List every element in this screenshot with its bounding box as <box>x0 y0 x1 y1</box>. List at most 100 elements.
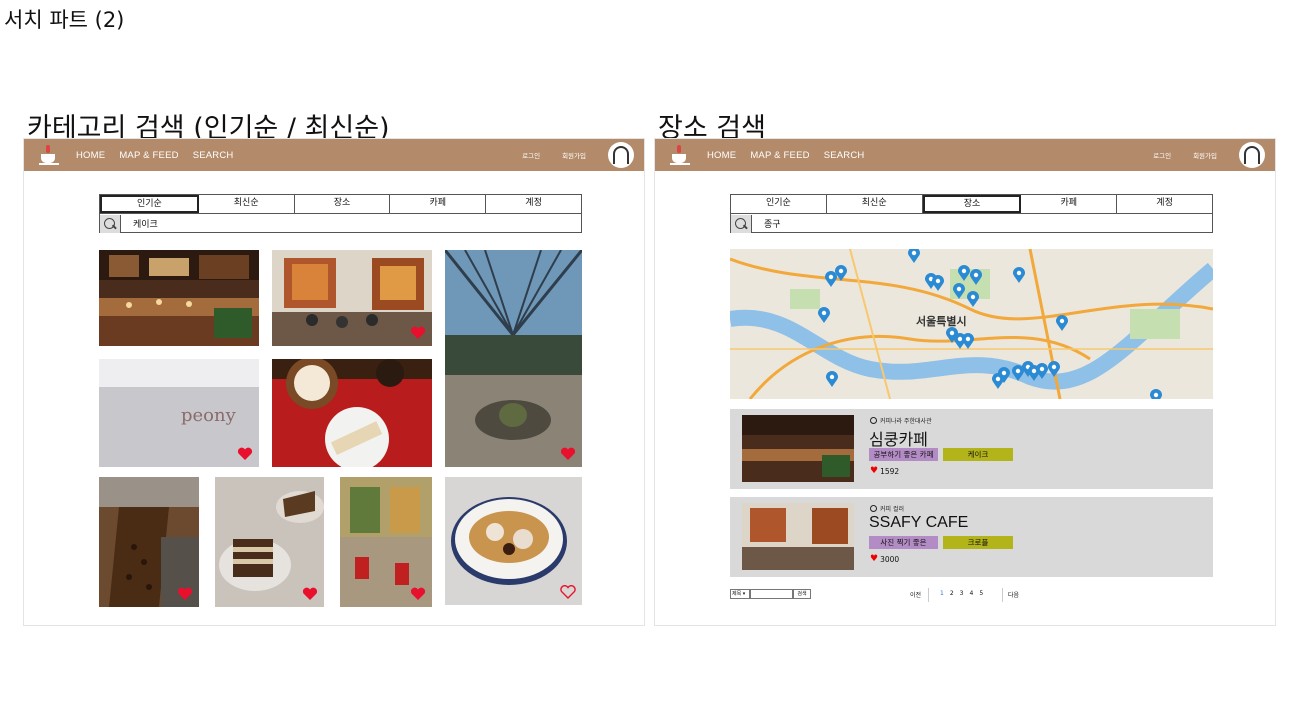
map-marker-icon[interactable] <box>1056 315 1068 331</box>
photo-coffee-roaster[interactable] <box>99 477 199 607</box>
like-heart-icon[interactable] <box>237 447 253 461</box>
nav-home[interactable]: HOME <box>76 150 105 161</box>
nav-login[interactable]: 로그인 <box>1153 150 1171 160</box>
tab-popular[interactable]: 인기순 <box>100 195 199 213</box>
drink-cake-image <box>272 359 432 467</box>
map-marker-icon[interactable] <box>818 307 830 323</box>
page-link[interactable]: 4 <box>969 590 973 597</box>
tab-cafe[interactable]: 카페 <box>1021 195 1118 213</box>
map-marker-icon[interactable] <box>967 291 979 307</box>
seoul-map[interactable]: 서울특별시 <box>730 249 1213 399</box>
tab-account[interactable]: 계정 <box>486 195 581 213</box>
navbar: HOME MAP & FEED SEARCH 로그인 회원가입 <box>24 139 644 171</box>
result-tag[interactable]: 사진 찍기 좋은 <box>869 536 938 549</box>
tab-cafe[interactable]: 카페 <box>390 195 487 213</box>
peony-box-image: peony <box>99 359 259 467</box>
like-heart-icon[interactable] <box>560 447 576 461</box>
tab-account[interactable]: 계정 <box>1117 195 1212 213</box>
result-card[interactable]: 커피나라 주한대사관 심쿵카페 공부하기 좋은 카페 케이크 ♥ 1592 <box>730 409 1213 489</box>
heart-icon[interactable]: ♥ <box>870 466 878 476</box>
nav-search[interactable]: SEARCH <box>193 150 234 161</box>
tab-popular[interactable]: 인기순 <box>731 195 827 213</box>
tab-place[interactable]: 장소 <box>295 195 391 213</box>
profile-avatar-icon[interactable] <box>608 142 634 168</box>
map-marker-icon[interactable] <box>1013 267 1025 283</box>
photo-waffle[interactable] <box>445 477 582 605</box>
category-search-mockup: HOME MAP & FEED SEARCH 로그인 회원가입 인기순 최신순 … <box>23 103 645 626</box>
like-count: 3000 <box>880 554 900 564</box>
sort-select[interactable]: 제목 ▾ <box>730 589 750 599</box>
search-input[interactable]: 종구 <box>764 217 781 230</box>
map-marker-icon[interactable] <box>932 275 944 291</box>
photo-peony-box[interactable]: peony <box>99 359 259 467</box>
page-link[interactable]: 2 <box>950 590 954 597</box>
tab-place[interactable]: 장소 <box>922 195 1022 213</box>
map-marker-icon[interactable] <box>1036 363 1048 379</box>
photo-chocolate-cake[interactable] <box>215 477 324 607</box>
tab-latest[interactable]: 최신순 <box>199 195 295 213</box>
nav-signup[interactable]: 회원가입 <box>1193 150 1217 160</box>
page-title: 서치 파트 (2) <box>4 8 125 32</box>
map-marker-icon[interactable] <box>998 367 1010 383</box>
map-marker-icon[interactable] <box>970 269 982 285</box>
photo-cafe-seating[interactable] <box>272 250 432 346</box>
map-marker-icon[interactable] <box>1048 361 1060 377</box>
coffee-logo-icon[interactable] <box>669 144 691 166</box>
map-marker-icon[interactable] <box>1150 389 1162 399</box>
place-search-mockup: HOME MAP & FEED SEARCH 로그인 회원가입 인기순 최신순 … <box>654 103 1276 626</box>
glass-garden-image <box>445 250 582 467</box>
page-link[interactable]: 1 <box>940 590 944 597</box>
heart-icon[interactable]: ♥ <box>870 554 878 564</box>
map-marker-icon[interactable] <box>908 249 920 263</box>
nav-map-feed[interactable]: MAP & FEED <box>119 150 178 161</box>
map-marker-icon[interactable] <box>953 283 965 299</box>
map-marker-icon[interactable] <box>835 265 847 281</box>
owner-avatar-icon <box>870 417 877 424</box>
filter-search-button[interactable]: 검색 <box>793 589 811 599</box>
filter-input[interactable] <box>750 589 793 599</box>
photo-cafe-interior[interactable] <box>99 250 259 346</box>
photo-glass-garden[interactable] <box>445 250 582 467</box>
like-heart-icon[interactable] <box>410 326 426 340</box>
cafe-interior-image <box>99 250 259 346</box>
map-marker-icon[interactable] <box>958 265 970 281</box>
like-count: 1592 <box>880 466 900 476</box>
nav-search[interactable]: SEARCH <box>824 150 865 161</box>
search-icon[interactable] <box>100 214 121 233</box>
like-heart-icon[interactable] <box>177 587 193 601</box>
search-box: 인기순 최신순 장소 카페 계정 케이크 <box>99 194 582 233</box>
map-marker-icon[interactable] <box>826 371 838 387</box>
prev-page-link[interactable]: 이전 <box>910 590 921 599</box>
result-owner: 커피 컬러 <box>880 506 904 513</box>
page-link[interactable]: 5 <box>979 590 983 597</box>
pagination: 제목 ▾ 검색 이전 1 2 3 4 5 다음 <box>730 588 1213 602</box>
svg-text:peony: peony <box>181 405 237 426</box>
next-page-link[interactable]: 다음 <box>1008 590 1019 599</box>
like-heart-icon[interactable] <box>560 585 576 599</box>
result-thumbnail <box>742 503 854 570</box>
result-name[interactable]: 심쿵카페 <box>869 426 928 450</box>
map-marker-icon[interactable] <box>962 333 974 349</box>
like-heart-icon[interactable] <box>302 587 318 601</box>
result-tag[interactable]: 공부하기 좋은 카페 <box>869 448 938 461</box>
photo-red-chairs[interactable] <box>340 477 432 607</box>
nav-map-feed[interactable]: MAP & FEED <box>750 150 809 161</box>
like-heart-icon[interactable] <box>410 587 426 601</box>
nav-login[interactable]: 로그인 <box>522 150 540 160</box>
nav-signup[interactable]: 회원가입 <box>562 150 586 160</box>
result-name[interactable]: SSAFY CAFE <box>869 514 968 532</box>
result-tag[interactable]: 케이크 <box>943 448 1013 461</box>
photo-drink-cake[interactable] <box>272 359 432 467</box>
page-link[interactable]: 3 <box>960 590 964 597</box>
result-tag[interactable]: 크로플 <box>943 536 1013 549</box>
tab-latest[interactable]: 최신순 <box>827 195 923 213</box>
search-input[interactable]: 케이크 <box>133 217 158 230</box>
search-icon[interactable] <box>731 214 752 233</box>
profile-avatar-icon[interactable] <box>1239 142 1265 168</box>
nav-home[interactable]: HOME <box>707 150 736 161</box>
owner-avatar-icon <box>870 505 877 512</box>
coffee-logo-icon[interactable] <box>38 144 60 166</box>
result-card[interactable]: 커피 컬러 SSAFY CAFE 사진 찍기 좋은 크로플 ♥ 3000 <box>730 497 1213 577</box>
result-owner: 커피나라 주한대사관 <box>880 418 932 425</box>
cafe-thumbnail-image <box>742 415 854 482</box>
